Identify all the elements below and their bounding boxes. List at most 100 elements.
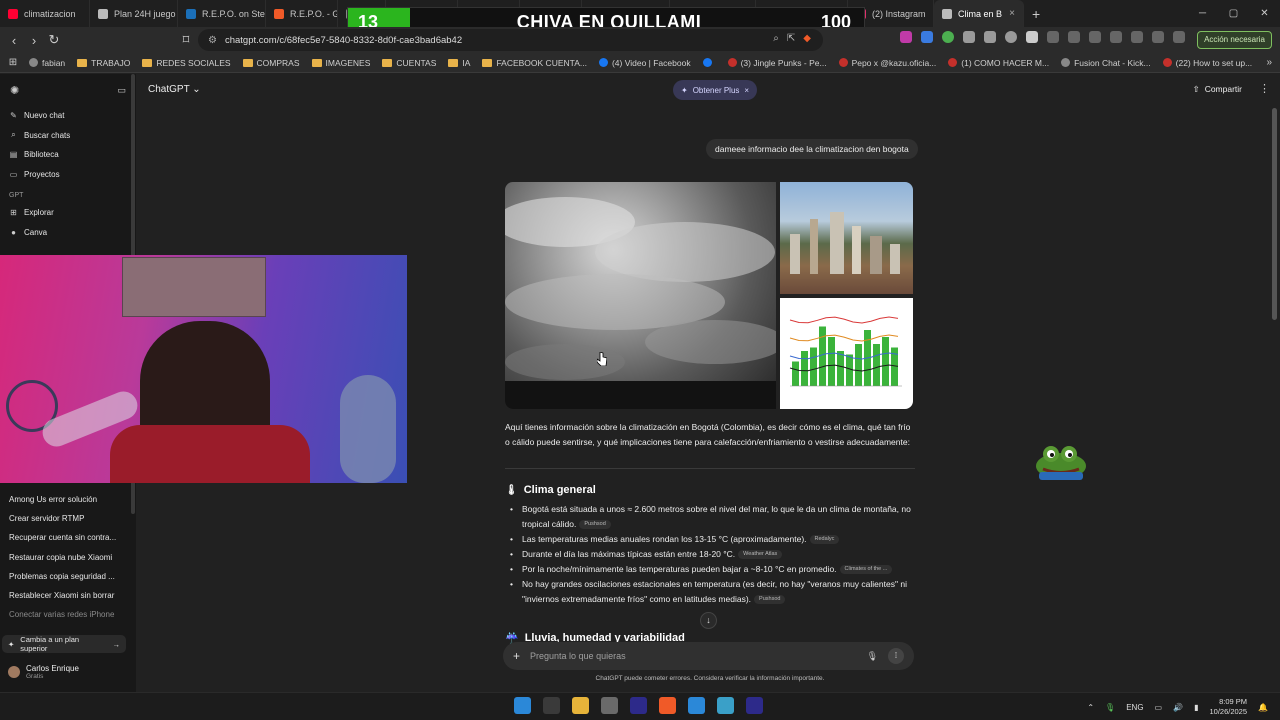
cloudy-sky-image[interactable] [505,182,776,409]
microphone-icon[interactable]: 🎙 [867,651,878,662]
wallet-icon[interactable] [1110,31,1122,43]
network-icon[interactable]: ▭ [1155,703,1163,712]
puzzle-icon[interactable] [984,31,996,43]
menu-icon[interactable] [1173,31,1185,43]
sidebar-item-canva[interactable]: ● Canva [0,223,136,243]
taskbar-app-icon[interactable] [746,697,763,714]
language-indicator[interactable]: ENG [1126,703,1143,712]
taskbar-app-icon[interactable] [630,697,647,714]
history-item[interactable]: Problemas copia seguridad ... [0,567,136,586]
vpn-icon[interactable] [1152,31,1164,43]
message-composer[interactable]: + Pregunta lo que quieras 🎙 ⁞ [503,642,914,670]
music-icon[interactable] [1068,31,1080,43]
battery-icon[interactable]: ▮ [1194,703,1198,712]
share-page-icon[interactable]: ⇱ [787,33,795,44]
bookmark-item[interactable]: Pepo x @kazu.oficia... [833,58,943,68]
site-info-icon[interactable]: ⚙ [208,35,217,46]
close-icon[interactable]: × [744,86,749,95]
share-button[interactable]: ⇧ Compartir [1193,84,1242,95]
bookmark-item[interactable]: FACEBOOK CUENTA... [476,58,593,68]
taskbar-app-icon[interactable] [572,697,589,714]
bookmark-item[interactable]: IA [442,58,476,68]
extension-icon[interactable] [942,31,954,43]
sidebar-item-explore[interactable]: ⊞ Explorar [0,203,136,223]
history-item[interactable]: Among Us error solución [0,490,136,509]
bookmark-item[interactable]: REDES SOCIALES [136,58,236,68]
close-icon[interactable] [1026,31,1038,43]
get-plus-button[interactable]: ✦ Obtener Plus × [673,80,758,100]
citation-badge[interactable]: Climates of the ... [839,565,893,575]
close-window-icon[interactable]: ✕ [1249,0,1280,27]
extension-icon[interactable] [963,31,975,43]
apps-grid-icon[interactable]: ⊞ [3,57,23,68]
citation-badge[interactable]: Weather Atlas [738,550,783,560]
more-bookmarks-icon[interactable]: » [1266,57,1272,68]
bookmark-item[interactable]: fabian [23,58,71,68]
history-item[interactable]: Conectar varias redes iPhone [0,605,136,624]
browser-tab[interactable]: Clima en B × [934,0,1024,27]
add-attachment-icon[interactable]: + [513,649,520,663]
bookmark-item[interactable]: COMPRAS [237,58,306,68]
minimize-icon[interactable]: ─ [1187,0,1218,27]
browser-tab[interactable]: Plan 24H juego [90,0,178,27]
browser-tab[interactable]: R.E.P.O. on Stea [178,0,266,27]
taskbar-app-icon[interactable] [601,697,618,714]
sidebar-toggle-icon[interactable] [1089,31,1101,43]
bookmark-item[interactable] [697,58,722,67]
bookmark-item[interactable]: CUENTAS [376,58,442,68]
microphone-icon[interactable]: 🎙 [1105,703,1115,712]
citation-badge[interactable]: Pushsod [754,595,786,605]
close-tab-icon[interactable]: × [1009,8,1015,19]
citation-badge[interactable]: Redalyc [809,535,840,545]
sidebar-item-folder[interactable]: ▭ Proyectos [0,165,136,185]
sidebar-item-library[interactable]: ▤ Biblioteca [0,145,136,165]
bookmark-item[interactable]: (1) COMO HACER M... [942,58,1055,68]
taskbar-app-icon[interactable] [717,697,734,714]
more-options-icon[interactable]: ⋮ [1259,82,1270,95]
clock[interactable]: 8:09 PM 10/26/2025 [1209,697,1247,717]
notification-bell-icon[interactable]: 🔔 [1258,703,1268,712]
bogota-city-image[interactable] [780,182,913,294]
user-account[interactable]: Carlos Enrique Gratis [0,659,136,685]
brave-shield-icon[interactable]: ◆ [803,33,811,44]
volume-icon[interactable]: 🔊 [1173,703,1183,712]
bookmark-item[interactable]: TRABAJO [71,58,136,68]
citation-badge[interactable]: Pushsod [579,520,611,530]
browser-tab[interactable]: climatizacion [0,0,90,27]
sidebar-item-compose[interactable]: ✎ Nuevo chat [0,106,136,126]
taskbar-app-icon[interactable] [688,697,705,714]
extension-icon[interactable] [900,31,912,43]
action-needed-button[interactable]: Acción necesaria [1197,31,1272,49]
zoom-icon[interactable]: ⌕ [773,33,779,44]
back-icon[interactable]: ‹ [4,33,24,48]
history-item[interactable]: Restablecer Xiaomi sin borrar [0,586,136,605]
close-sidebar-icon[interactable]: ▭ [117,85,126,96]
bookmark-item[interactable]: IMAGENES [306,58,377,68]
taskbar-app-icon[interactable] [543,697,560,714]
browser-tab[interactable]: R.E.P.O. - G2A.C [266,0,338,27]
climate-chart-image[interactable] [780,298,913,409]
openai-logo-icon[interactable]: ✺ [10,84,19,97]
bookmark-item[interactable]: Fusion Chat - Kick... [1055,58,1157,68]
model-selector[interactable]: ChatGPT ⌄ [148,84,201,95]
windows-start-icon[interactable] [514,697,531,714]
bookmark-item[interactable]: (4) Video | Facebook [593,58,697,68]
profile-icon[interactable] [1005,31,1017,43]
sidebar-item-search[interactable]: ⌕ Buscar chats [0,126,136,146]
bookmark-item[interactable]: (3) Jingle Punks - Pe... [722,58,833,68]
chevron-up-icon[interactable]: ⌃ [1087,703,1094,712]
history-item[interactable]: Recuperar cuenta sin contra... [0,528,136,547]
taskbar-app-icon[interactable] [659,697,676,714]
download-icon[interactable] [1047,31,1059,43]
history-item[interactable]: Restaurar copia nube Xiaomi [0,548,136,567]
extension-icon[interactable] [921,31,933,43]
sparkle-icon[interactable] [1131,31,1143,43]
forward-icon[interactable]: › [24,33,44,48]
reload-icon[interactable]: ↻ [44,32,64,48]
maximize-icon[interactable]: ▢ [1218,0,1249,27]
new-tab-button[interactable]: + [1024,6,1048,22]
scroll-down-button[interactable]: ↓ [700,612,717,629]
history-item[interactable]: Crear servidor RTMP [0,509,136,528]
voice-mode-icon[interactable]: ⁞ [888,648,904,664]
main-scrollbar[interactable] [1272,108,1277,320]
